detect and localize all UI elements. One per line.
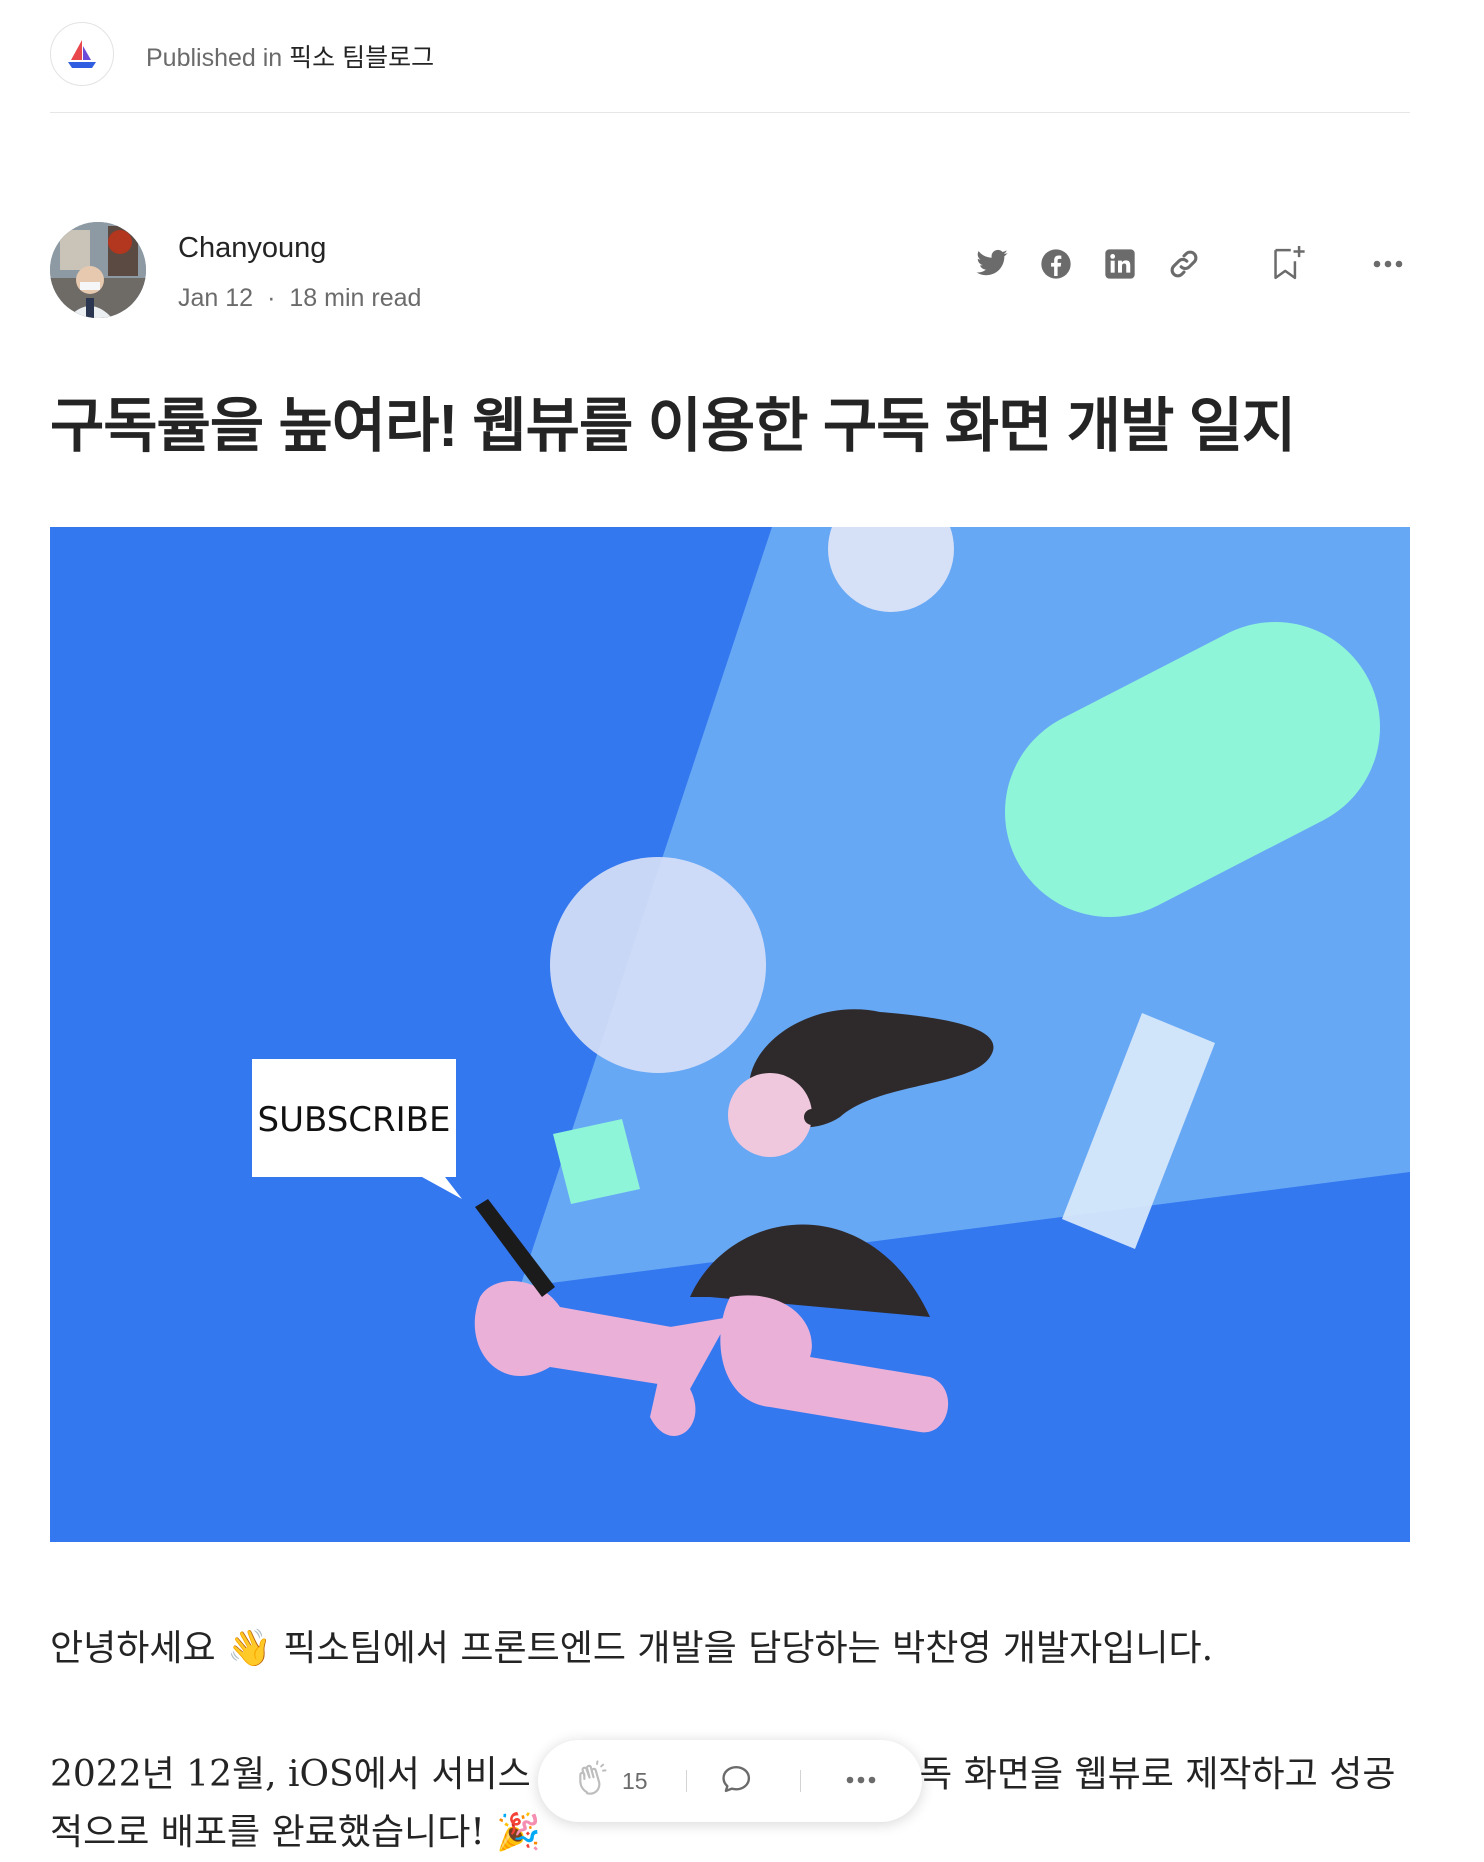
more-icon[interactable] [1366,242,1410,286]
publication-name-link[interactable]: 픽소 팀블로그 [289,44,434,72]
divider [800,1770,801,1792]
clap-count: 15 [622,1767,648,1794]
article-paragraph-1: 안녕하세요 👋 픽소팀에서 프론트엔드 개발을 담당하는 박찬영 개발자입니다. [50,1628,1214,1669]
sailboat-icon[interactable] [50,22,114,86]
link-icon[interactable] [1162,242,1206,286]
more-actions-button[interactable] [844,1740,878,1822]
hero-sign-text: SUBSCRIBE [258,1100,451,1140]
twitter-icon[interactable] [970,242,1014,286]
author-name[interactable]: Chanyoung [178,232,326,265]
article-title: 구독률을 높여라! 웹뷰를 이용한 구독 화면 개발 일지 [50,393,1296,459]
divider [686,1770,687,1792]
facebook-icon[interactable] [1034,242,1078,286]
hero-image: SUBSCRIBE [50,527,1410,1542]
publication-header: Published in 픽소 팀블로그 [50,22,1410,113]
share-actions [970,242,1410,292]
publication-line: Published in 픽소 팀블로그 [146,38,434,74]
author-avatar[interactable] [50,222,146,318]
bookmark-add-icon[interactable] [1266,242,1310,286]
floating-action-bar: 15 [538,1740,922,1822]
published-in-label: Published in [146,44,283,72]
meta-separator: · [267,284,276,312]
comment-button[interactable] [718,1740,756,1822]
clap-button[interactable]: 15 [572,1740,648,1822]
linkedin-icon[interactable] [1098,242,1142,286]
read-time: 18 min read [289,284,422,312]
clap-icon [572,1759,612,1804]
author-row: Chanyoung Jan 12 · 18 min read [50,222,1410,322]
comment-icon [718,1760,756,1803]
post-date: Jan 12 [178,284,254,312]
post-meta: Jan 12 · 18 min read [178,284,421,313]
more-icon [844,1772,878,1790]
